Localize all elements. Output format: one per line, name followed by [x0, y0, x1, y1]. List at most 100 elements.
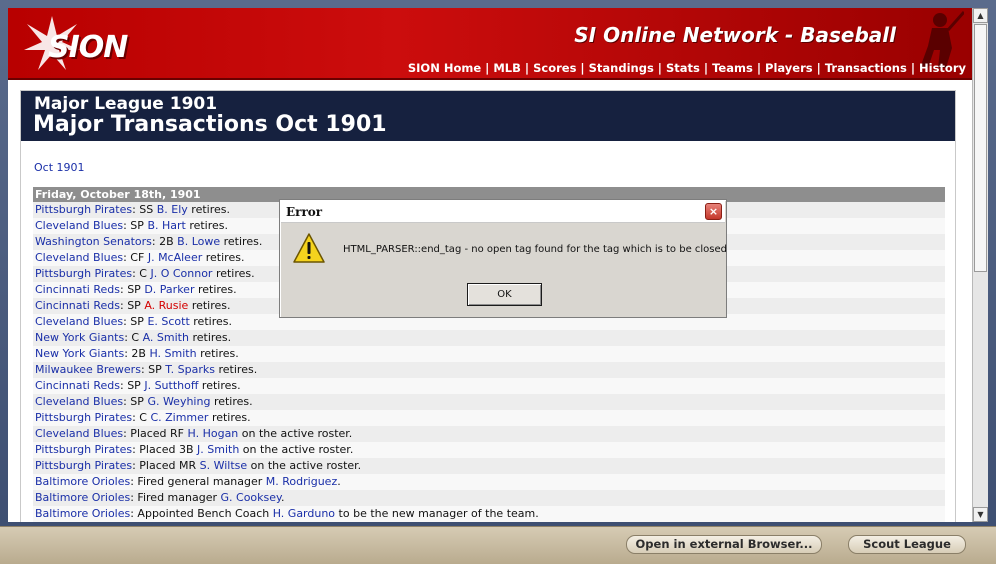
sion-logo[interactable]: SION	[22, 14, 142, 74]
player-link[interactable]: A. Smith	[143, 331, 189, 344]
transaction-text: : SP	[123, 315, 148, 328]
team-link[interactable]: Cleveland Blues	[35, 427, 123, 440]
dialog-titlebar[interactable]: Error ×	[281, 201, 725, 223]
team-link[interactable]: Pittsburgh Pirates	[35, 203, 132, 216]
player-link[interactable]: B. Lowe	[177, 235, 220, 248]
team-link[interactable]: Baltimore Orioles	[35, 491, 130, 504]
team-link[interactable]: Cleveland Blues	[35, 395, 123, 408]
player-link[interactable]: B. Hart	[147, 219, 185, 232]
scroll-thumb[interactable]	[974, 24, 987, 272]
transaction-text: : C	[124, 331, 143, 344]
nav-separator: |	[580, 61, 585, 75]
nav-link-transactions[interactable]: Transactions	[825, 61, 907, 75]
team-link[interactable]: Washington Senators	[35, 235, 152, 248]
transaction-text: retires.	[208, 411, 251, 424]
team-link[interactable]: Baltimore Orioles	[35, 475, 130, 488]
vertical-scrollbar[interactable]: ▲ ▼	[972, 8, 988, 522]
player-link[interactable]: J. Smith	[197, 443, 239, 456]
transaction-row: New York Giants: 2B H. Smith retires.	[33, 346, 945, 362]
ok-button[interactable]: OK	[467, 283, 542, 306]
transaction-row: Pittsburgh Pirates: C C. Zimmer retires.	[33, 410, 945, 426]
close-icon[interactable]: ×	[705, 203, 722, 220]
league-title: Major League 1901	[34, 94, 218, 114]
transaction-row: Cleveland Blues: Placed RF H. Hogan on t…	[33, 426, 945, 442]
scroll-up-icon[interactable]: ▲	[973, 8, 988, 23]
player-link[interactable]: J. O Connor	[150, 267, 212, 280]
batter-silhouette-icon	[920, 11, 964, 68]
transaction-text: : C	[132, 411, 151, 424]
transaction-text: .	[337, 475, 341, 488]
nav-link-scores[interactable]: Scores	[533, 61, 576, 75]
transaction-text: : Fired manager	[130, 491, 221, 504]
scroll-down-icon[interactable]: ▼	[973, 507, 988, 522]
nav-link-teams[interactable]: Teams	[712, 61, 753, 75]
transaction-text: retires.	[215, 363, 258, 376]
transaction-text: retires.	[185, 219, 229, 232]
transaction-row: Pittsburgh Pirates: Placed 3B J. Smith o…	[33, 442, 945, 458]
player-link[interactable]: S. Wiltse	[200, 459, 248, 472]
player-link[interactable]: G. Cooksey	[221, 491, 281, 504]
player-link[interactable]: H. Smith	[149, 347, 196, 360]
team-link[interactable]: New York Giants	[35, 347, 124, 360]
team-link[interactable]: Cleveland Blues	[35, 315, 123, 328]
transaction-text: retires.	[210, 395, 253, 408]
team-link[interactable]: Cleveland Blues	[35, 251, 123, 264]
player-link[interactable]: B. Ely	[157, 203, 188, 216]
team-link[interactable]: New York Giants	[35, 331, 124, 344]
nav-separator: |	[657, 61, 662, 75]
nav-link-stats[interactable]: Stats	[666, 61, 700, 75]
network-title: SI Online Network - Baseball	[574, 23, 896, 47]
scout-league-button[interactable]: Scout League	[848, 535, 966, 554]
team-link[interactable]: Cincinnati Reds	[35, 283, 120, 296]
transaction-text: : SP	[123, 219, 148, 232]
team-link[interactable]: Cincinnati Reds	[35, 299, 120, 312]
transaction-text: : Placed MR	[132, 459, 200, 472]
transaction-row: Cleveland Blues: SP G. Weyhing retires.	[33, 394, 945, 410]
team-link[interactable]: Pittsburgh Pirates	[35, 443, 132, 456]
month-link[interactable]: Oct 1901	[34, 161, 85, 174]
team-link[interactable]: Pittsburgh Pirates	[35, 267, 132, 280]
player-link[interactable]: C. Zimmer	[150, 411, 208, 424]
transaction-text: : SP	[120, 283, 145, 296]
transaction-text: : 2B	[124, 347, 150, 360]
nav-link-standings[interactable]: Standings	[589, 61, 654, 75]
nav-separator: |	[756, 61, 762, 75]
page-title: Major Transactions Oct 1901	[33, 112, 387, 137]
team-link[interactable]: Cleveland Blues	[35, 219, 123, 232]
team-link[interactable]: Cincinnati Reds	[35, 379, 120, 392]
transaction-text: : SP	[140, 363, 166, 376]
player-link[interactable]: M. Rodriguez	[266, 475, 337, 488]
player-link[interactable]: D. Parker	[144, 283, 194, 296]
player-link[interactable]: A. Rusie	[144, 299, 188, 312]
team-link[interactable]: Milwaukee Brewers	[35, 363, 141, 376]
transaction-row: Milwaukee Brewers: SP T. Sparks retires.	[33, 362, 945, 378]
title-block: Major League 1901 Major Transactions Oct…	[21, 91, 955, 141]
team-link[interactable]: Pittsburgh Pirates	[35, 411, 132, 424]
transaction-text: : 2B	[151, 235, 178, 248]
player-link[interactable]: E. Scott	[147, 315, 189, 328]
player-link[interactable]: T. Sparks	[165, 363, 215, 376]
warning-icon	[293, 233, 325, 263]
nav-link-sion-home[interactable]: SION Home	[408, 61, 481, 75]
player-link[interactable]: H. Garduno	[273, 507, 335, 520]
transaction-row: Baltimore Orioles: Appointed Bench Coach…	[33, 506, 945, 522]
nav-link-players[interactable]: Players	[765, 61, 813, 75]
transaction-text: retires.	[212, 267, 255, 280]
player-link[interactable]: H. Hogan	[188, 427, 239, 440]
player-link[interactable]: J. Sutthoff	[144, 379, 198, 392]
open-external-browser-button[interactable]: Open in external Browser...	[626, 535, 822, 554]
team-link[interactable]: Pittsburgh Pirates	[35, 459, 132, 472]
player-link[interactable]: G. Weyhing	[147, 395, 210, 408]
site-nav: SION Home | MLB | Scores | Standings | Stats | Tea…	[408, 61, 966, 75]
player-link[interactable]: J. McAleer	[148, 251, 202, 264]
nav-link-history[interactable]: History	[919, 61, 966, 75]
nav-link-mlb[interactable]: MLB	[493, 61, 521, 75]
transaction-text: : CF	[123, 251, 148, 264]
dialog-title: Error	[286, 205, 323, 219]
transaction-text: on the active roster.	[238, 427, 353, 440]
bottom-bar: Open in external Browser... Scout League	[0, 526, 996, 564]
transaction-text: : SP	[120, 379, 145, 392]
transaction-text: retires.	[187, 203, 230, 216]
team-link[interactable]: Baltimore Orioles	[35, 507, 130, 520]
dialog-message: HTML_PARSER::end_tag - no open tag found…	[343, 244, 728, 255]
